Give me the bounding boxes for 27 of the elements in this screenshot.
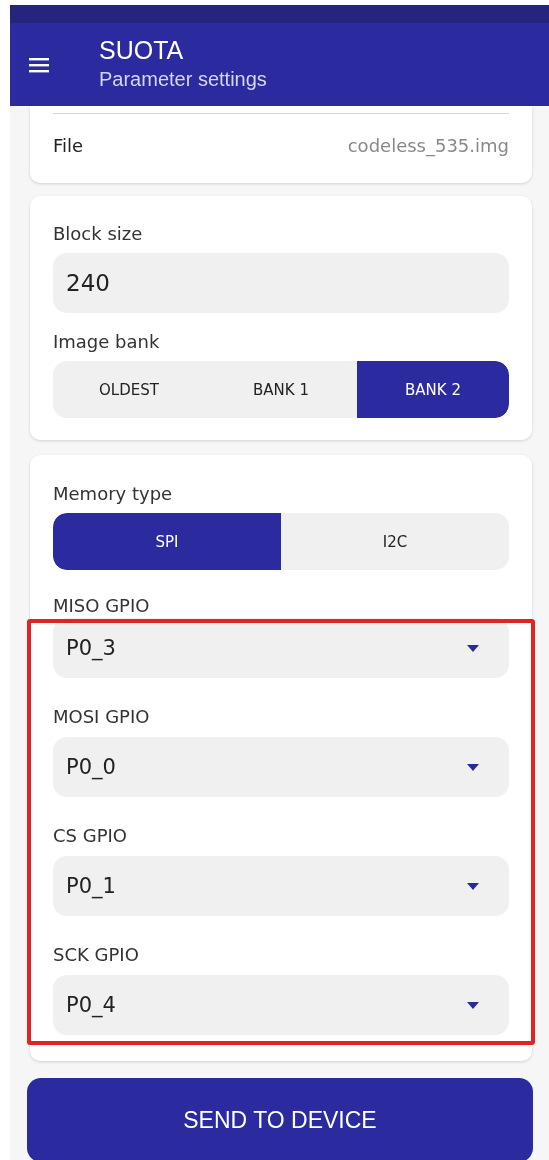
block-size-field[interactable]: 240 — [53, 253, 509, 313]
dropdown-arrow-icon — [467, 763, 479, 771]
field-label: Memory type — [53, 482, 174, 506]
segment-option[interactable]: SPI — [53, 513, 281, 570]
dropdown-arrow-icon — [467, 644, 479, 652]
file-name: codeless_535.img — [347, 134, 509, 156]
dropdown-field[interactable]: P0_0 — [53, 737, 509, 797]
dropdown-field[interactable]: P0_1 — [53, 856, 509, 916]
field-label: MOSI GPIO — [53, 705, 150, 729]
field-label: MISO GPIO — [53, 594, 150, 618]
dropdown-arrow-icon — [467, 1001, 479, 1009]
app-title: SUOTA — [99, 34, 185, 66]
dropdown-arrow-icon — [467, 882, 479, 890]
segment-option[interactable]: BANK 2 — [357, 361, 509, 418]
dropdown-field[interactable]: P0_4 — [53, 975, 509, 1035]
field-label: SCK GPIO — [53, 943, 139, 967]
file-label: File — [53, 134, 84, 156]
field-label: CS GPIO — [53, 824, 127, 848]
field-label: Block size — [53, 222, 144, 246]
dropdown-field[interactable]: P0_3 — [53, 618, 509, 678]
segment-option[interactable]: BANK 1 — [205, 361, 357, 418]
segment-option[interactable]: OLDEST — [53, 361, 205, 418]
field-label: Image bank — [53, 330, 161, 354]
segment-option[interactable]: I2C — [281, 513, 509, 570]
app-subtitle: Parameter settings — [99, 66, 267, 92]
menu-icon[interactable] — [29, 56, 49, 73]
send-button[interactable]: SEND TO DEVICE — [27, 1078, 533, 1160]
